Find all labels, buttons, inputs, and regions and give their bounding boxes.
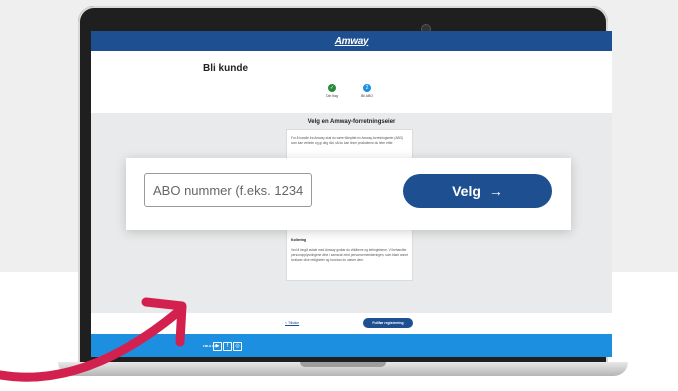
abo-number-input[interactable]: [144, 173, 312, 207]
card-intro: For å handle fra Amway skal du være tilk…: [291, 136, 404, 145]
finish-registration-button[interactable]: Fullfør registrering: [363, 318, 413, 328]
pointer-arrow: [0, 297, 187, 382]
page-title: Bli kunde: [203, 63, 249, 74]
arrow-curve: [0, 307, 183, 382]
number-2-icon: 2: [363, 84, 371, 92]
back-link[interactable]: < Tilbake: [285, 321, 299, 325]
step-2-label: Bli ABO: [360, 94, 374, 98]
instagram-icon[interactable]: ◎: [233, 342, 242, 351]
check-icon: ✓: [328, 84, 336, 92]
laptop-notch: [300, 362, 386, 367]
amway-logo[interactable]: Amway: [335, 36, 369, 47]
arrow-right-icon: →: [488, 183, 503, 199]
step-1: ✓ Din flag: [312, 84, 352, 98]
velg-button-label: Velg: [452, 183, 481, 199]
step-1-label: Din flag: [326, 94, 338, 98]
section-title: Velg en Amway-forretningseier: [307, 119, 396, 125]
youtube-icon[interactable]: ▶: [213, 342, 222, 351]
card-body: Ved å inngå avtale med Amway godtar du v…: [291, 248, 408, 262]
step-2: 2 Bli ABO: [347, 84, 387, 98]
card-heading: Kollering: [291, 238, 307, 242]
top-nav-bar: Amway: [91, 31, 612, 51]
velg-button[interactable]: Velg →: [403, 174, 552, 208]
facebook-icon[interactable]: f: [223, 342, 232, 351]
